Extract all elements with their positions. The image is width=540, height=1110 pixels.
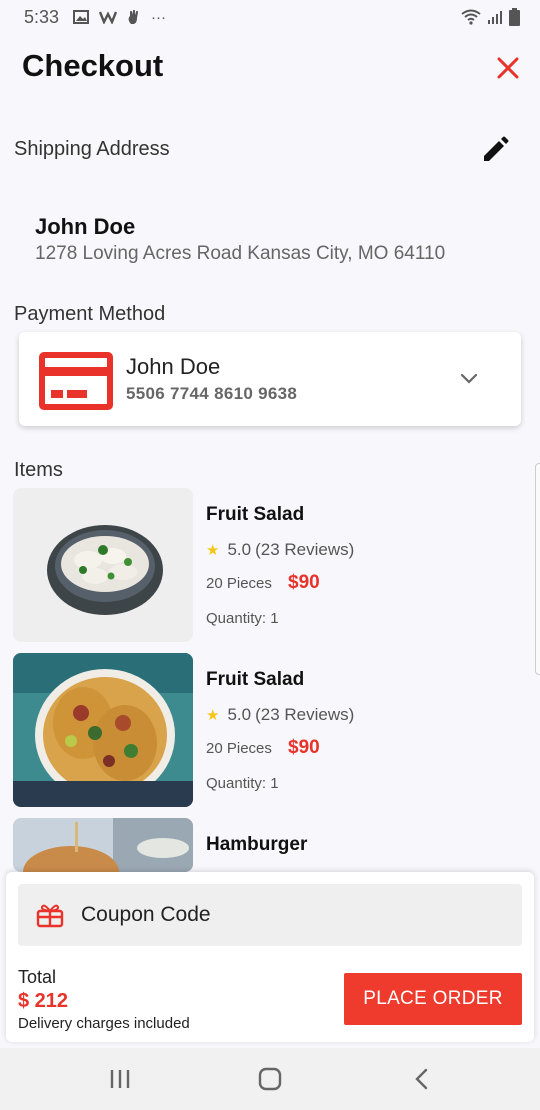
item-pieces: 20 Pieces [206, 575, 272, 592]
star-icon: ★ [206, 707, 220, 724]
item-price: $90 [288, 572, 320, 593]
delivery-note: Delivery charges included [18, 1015, 190, 1032]
rating-value: 5.0 [227, 540, 252, 559]
status-time: 5:33 [24, 6, 60, 27]
system-nav-bar [0, 1048, 540, 1110]
signal-icon [488, 11, 502, 24]
coupon-code-label: Coupon Code [81, 903, 211, 926]
item-price: $90 [288, 737, 320, 758]
shipping-address-label: Shipping Address [14, 138, 170, 160]
status-right-icons [461, 8, 520, 26]
status-left-icons: ··· [73, 9, 166, 26]
coupon-code-field[interactable]: Coupon Code [18, 884, 522, 946]
image-icon [73, 10, 90, 24]
shipping-name: John Doe [35, 214, 136, 239]
checkout-panel: Coupon Code Total $ 212 Delivery charges… [6, 872, 534, 1042]
w-icon [99, 11, 118, 24]
rating-value: 5.0 [227, 705, 252, 724]
star-icon: ★ [206, 542, 220, 559]
item-name: Fruit Salad [206, 504, 305, 525]
more-icon: ··· [151, 8, 167, 26]
pencil-icon [484, 136, 509, 161]
hand-icon [128, 9, 139, 24]
item-pieces: 20 Pieces [206, 740, 272, 757]
items-label: Items [14, 459, 63, 481]
battery-icon [509, 8, 520, 26]
gift-icon [36, 904, 64, 928]
page-title: Checkout [22, 48, 164, 83]
place-order-button[interactable]: PLACE ORDER [344, 973, 522, 1025]
total-label: Total [18, 967, 57, 987]
recents-icon [110, 1070, 130, 1088]
payment-method-label: Payment Method [14, 303, 166, 325]
item-name: Fruit Salad [206, 669, 305, 690]
card-holder-name: John Doe [126, 354, 221, 379]
wifi-icon [461, 9, 481, 25]
total-amount: $ 212 [18, 990, 69, 1012]
review-count: (23 Reviews) [255, 540, 355, 559]
shipping-address: 1278 Loving Acres Road Kansas City, MO 6… [35, 243, 446, 264]
list-item[interactable]: Hamburger [13, 818, 528, 872]
item-rating: ★ 5.0 (23 Reviews) [206, 540, 354, 560]
edit-address-button[interactable] [480, 135, 510, 165]
review-count: (23 Reviews) [255, 705, 355, 724]
status-bar: 5:33 ··· [0, 0, 540, 34]
item-rating: ★ 5.0 (23 Reviews) [206, 705, 354, 725]
list-item[interactable]: Fruit Salad ★ 5.0 (23 Reviews) 20 Pieces… [13, 653, 528, 807]
close-icon [497, 57, 519, 79]
item-quantity: Quantity: 1 [206, 610, 279, 627]
credit-card-icon [39, 352, 113, 410]
payment-method-selector[interactable]: John Doe 5506 7744 8610 9638 [19, 332, 521, 426]
back-button[interactable] [408, 1066, 436, 1092]
home-button[interactable] [256, 1066, 284, 1092]
item-image-dumplings[interactable] [13, 488, 193, 642]
back-icon [415, 1068, 428, 1090]
item-image-tacos[interactable] [13, 653, 193, 807]
scrollbar[interactable] [535, 463, 540, 675]
item-quantity: Quantity: 1 [206, 775, 279, 792]
home-icon [258, 1067, 282, 1091]
recents-button[interactable] [106, 1066, 134, 1092]
close-button[interactable] [494, 54, 522, 82]
chevron-down-icon[interactable] [457, 368, 481, 388]
card-number: 5506 7744 8610 9638 [126, 384, 298, 403]
item-image-hamburger[interactable] [13, 818, 193, 872]
list-item[interactable]: Fruit Salad ★ 5.0 (23 Reviews) 20 Pieces… [13, 488, 528, 642]
item-name: Hamburger [206, 834, 308, 855]
